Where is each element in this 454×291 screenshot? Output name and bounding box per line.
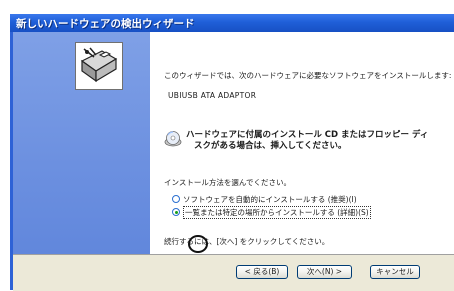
cd-icon bbox=[164, 130, 182, 148]
wizard-footer: < 戻る(B) 次へ(N) > キャンセル bbox=[13, 254, 454, 291]
highlight-circle-annotation bbox=[188, 235, 208, 253]
radio-selected-dot bbox=[175, 211, 178, 214]
back-button[interactable]: < 戻る(B) bbox=[236, 265, 288, 279]
cd-instruction-line1: ハードウェアに付属のインストール CD またはフロッピー ディ bbox=[186, 130, 429, 140]
radio-button-auto[interactable] bbox=[172, 195, 180, 203]
intro-text: このウィザードでは、次のハードウェアに必要なソフトウェアをインストールします: bbox=[164, 71, 452, 80]
cd-instruction-line2: スクがある場合は、挿入してください。 bbox=[194, 141, 347, 151]
hardware-wizard-icon bbox=[75, 42, 123, 90]
wizard-client-area: このウィザードでは、次のハードウェアに必要なソフトウェアをインストールします: … bbox=[13, 32, 454, 291]
next-button[interactable]: 次へ(N) > bbox=[297, 265, 352, 279]
title-bar[interactable]: 新しいハードウェアの検出ウィザード bbox=[10, 14, 454, 32]
radio-specific-label[interactable]: 一覧または特定の場所からインストールする (詳細)(S) bbox=[183, 206, 371, 219]
window-title: 新しいハードウェアの検出ウィザード bbox=[16, 18, 195, 30]
device-name: UBIUSB ATA ADAPTOR bbox=[168, 91, 257, 100]
radio-auto-label[interactable]: ソフトウェアを自動的にインストールする (推奨)(I) bbox=[183, 194, 357, 205]
wizard-sidebar bbox=[13, 32, 150, 254]
radio-button-specific[interactable] bbox=[172, 208, 180, 216]
cd-instruction: ハードウェアに付属のインストール CD またはフロッピー ディ スクがある場合は… bbox=[186, 130, 454, 152]
wizard-content: このウィザードでは、次のハードウェアに必要なソフトウェアをインストールします: … bbox=[150, 32, 454, 254]
cancel-button[interactable]: キャンセル bbox=[370, 265, 420, 279]
method-prompt: インストール方法を選んでください。 bbox=[164, 178, 291, 187]
